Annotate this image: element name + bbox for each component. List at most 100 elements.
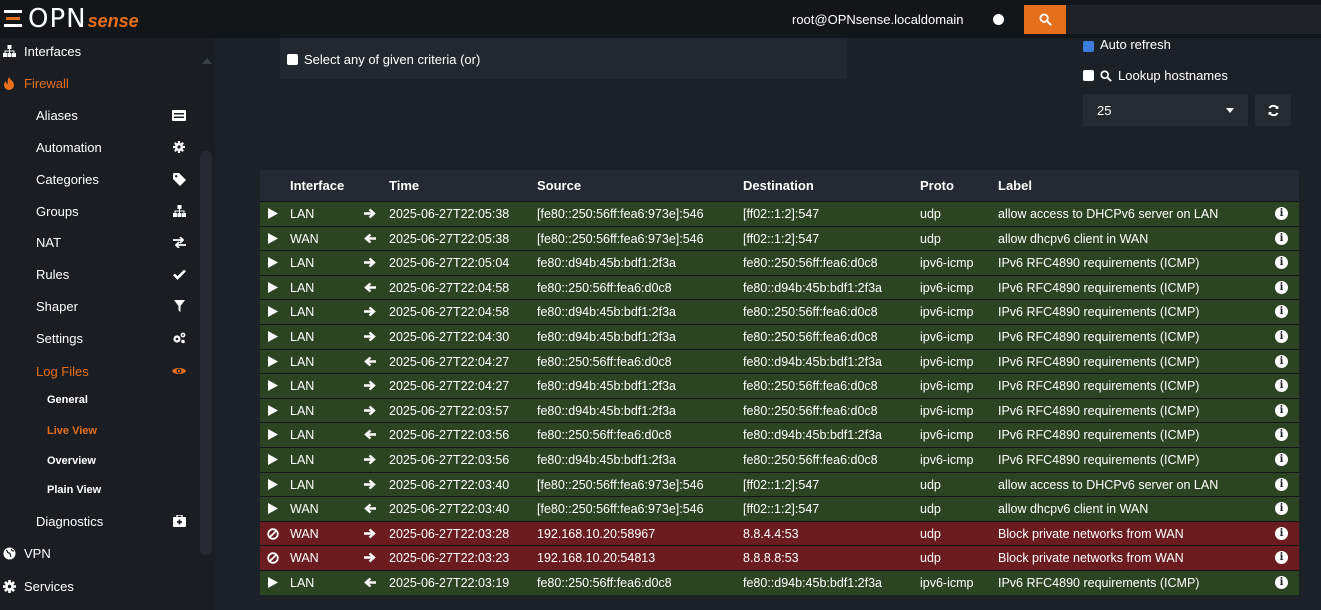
info-icon[interactable]: i bbox=[1275, 354, 1288, 368]
cell-time: 2025-06-27T22:03:56 bbox=[389, 428, 510, 443]
pass-play-icon bbox=[267, 306, 278, 320]
cell-proto: udp bbox=[920, 207, 941, 221]
cell-interface: LAN bbox=[290, 280, 315, 295]
table-row[interactable]: LAN 2025-06-27T22:04:27 fe80::d94b:45b:bdf… bbox=[260, 373, 1299, 398]
table-row[interactable]: WAN 2025-06-27T22:03:28 192.168.10.20:5896… bbox=[260, 520, 1299, 546]
sidebar-item-aliases[interactable]: Aliases bbox=[0, 100, 200, 130]
sidebar-item-vpn[interactable]: VPN bbox=[0, 538, 200, 568]
refresh-button[interactable] bbox=[1255, 94, 1291, 126]
select-any-checkbox[interactable] bbox=[287, 54, 298, 65]
arrow-right-icon bbox=[364, 208, 376, 222]
filter-icon bbox=[172, 299, 186, 313]
sidebar-scrollbar[interactable] bbox=[200, 151, 212, 555]
user-account-label[interactable]: root@OPNsense.localdomain bbox=[792, 12, 963, 27]
info-icon[interactable]: i bbox=[1275, 477, 1288, 491]
table-row[interactable]: LAN 2025-06-27T22:04:27 fe80::250:56ff:fea… bbox=[260, 348, 1299, 374]
search-button[interactable] bbox=[1024, 5, 1066, 34]
cell-proto: udp bbox=[920, 231, 941, 246]
cell-label: IPv6 RFC4890 requirements (ICMP) bbox=[998, 575, 1200, 590]
sidebar-item-nat[interactable]: NAT bbox=[0, 227, 200, 257]
info-icon[interactable]: i bbox=[1275, 551, 1288, 565]
cell-source: fe80::250:56ff:fea6:d0c8 bbox=[537, 280, 672, 295]
table-row[interactable]: LAN 2025-06-27T22:04:58 fe80::d94b:45b:bdf… bbox=[260, 299, 1299, 324]
info-icon[interactable]: i bbox=[1275, 305, 1288, 319]
cell-interface: LAN bbox=[290, 354, 315, 369]
table-row[interactable]: LAN 2025-06-27T22:03:40 [fe80::250:56ff:fe… bbox=[260, 471, 1299, 497]
sidebar-item-diagnostics[interactable]: Diagnostics bbox=[0, 506, 200, 536]
table-row[interactable]: WAN 2025-06-27T22:03:40 [fe80::250:56ff:fe… bbox=[260, 496, 1299, 521]
column-header-source[interactable]: Source bbox=[537, 178, 581, 193]
table-row[interactable]: WAN 2025-06-27T22:05:38 [fe80::250:56ff:fe… bbox=[260, 225, 1299, 251]
status-dot-icon[interactable] bbox=[993, 14, 1004, 25]
sidebar-item-label: Categories bbox=[36, 171, 99, 187]
sidebar-item-groups[interactable]: Groups bbox=[0, 196, 200, 226]
cell-proto: ipv6-icmp bbox=[920, 428, 974, 443]
cell-label: IPv6 RFC4890 requirements (ICMP) bbox=[998, 379, 1200, 394]
cell-proto: udp bbox=[920, 502, 941, 517]
info-icon[interactable]: i bbox=[1275, 452, 1288, 466]
sidebar-item-shaper[interactable]: Shaper bbox=[0, 291, 200, 321]
sidebar-item-log-files[interactable]: Log Files bbox=[0, 356, 200, 386]
column-header-time[interactable]: Time bbox=[389, 178, 419, 193]
column-header-label[interactable]: Label bbox=[998, 178, 1032, 193]
cell-source: fe80::d94b:45b:bdf1:2f3a bbox=[537, 403, 677, 418]
info-icon[interactable]: i bbox=[1275, 256, 1288, 270]
table-row[interactable]: LAN 2025-06-27T22:05:04 fe80::d94b:45b:bdf… bbox=[260, 250, 1299, 275]
info-icon[interactable]: i bbox=[1275, 575, 1288, 589]
column-header-destination[interactable]: Destination bbox=[743, 178, 814, 193]
cell-time: 2025-06-27T22:05:04 bbox=[389, 256, 510, 271]
table-row[interactable]: LAN 2025-06-27T22:04:30 fe80::d94b:45b:bdf… bbox=[260, 323, 1299, 349]
sidebar-item-live-view[interactable]: Live View bbox=[0, 416, 200, 446]
search-input[interactable] bbox=[1066, 5, 1321, 34]
opnsense-logo[interactable]: OPN sense bbox=[0, 4, 170, 34]
sidebar-item-label: Rules bbox=[36, 266, 70, 282]
cell-time: 2025-06-27T22:04:58 bbox=[389, 280, 510, 295]
table-row[interactable]: LAN 2025-06-27T22:04:58 fe80::250:56ff:fea… bbox=[260, 274, 1299, 300]
sidebar-item-firewall[interactable]: Firewall bbox=[0, 68, 200, 98]
column-header-interface[interactable]: Interface bbox=[290, 178, 344, 193]
sidebar-item-services[interactable]: Services bbox=[0, 571, 200, 601]
sidebar-item-settings[interactable]: Settings bbox=[0, 323, 200, 353]
auto-refresh-toggle[interactable]: Auto refresh bbox=[1083, 40, 1171, 52]
info-icon[interactable]: i bbox=[1275, 403, 1288, 417]
info-icon[interactable]: i bbox=[1275, 502, 1288, 516]
sidebar-item-rules[interactable]: Rules bbox=[0, 259, 200, 289]
cell-destination: [ff02::1:2]:547 bbox=[743, 231, 820, 246]
info-icon[interactable]: i bbox=[1275, 526, 1288, 540]
sidebar-item-automation[interactable]: Automation bbox=[0, 132, 200, 162]
arrow-right-icon bbox=[364, 552, 376, 566]
sidebar-item-interfaces[interactable]: Interfaces bbox=[0, 38, 200, 66]
auto-refresh-checkbox[interactable] bbox=[1083, 41, 1094, 52]
table-row[interactable]: LAN 2025-06-27T22:03:19 fe80::250:56ff:fea… bbox=[260, 569, 1299, 595]
lookup-hostnames-toggle[interactable]: Lookup hostnames bbox=[1083, 68, 1228, 83]
info-icon[interactable]: i bbox=[1275, 207, 1288, 220]
cell-source: fe80::250:56ff:fea6:d0c8 bbox=[537, 575, 672, 590]
table-row[interactable]: LAN 2025-06-27T22:03:57 fe80::d94b:45b:bdf… bbox=[260, 397, 1299, 423]
lookup-hostnames-checkbox[interactable] bbox=[1083, 70, 1094, 81]
cell-destination: [ff02::1:2]:547 bbox=[743, 477, 820, 492]
cell-label: Block private networks from WAN bbox=[998, 526, 1184, 541]
info-icon[interactable]: i bbox=[1275, 329, 1288, 343]
cell-destination: 8.8.4.4:53 bbox=[743, 526, 799, 541]
select-any-criteria[interactable]: Select any of given criteria (or) bbox=[287, 52, 480, 67]
table-row[interactable]: WAN 2025-06-27T22:03:23 192.168.10.20:5481… bbox=[260, 545, 1299, 570]
sidebar-item-general[interactable]: General bbox=[0, 385, 200, 415]
info-icon[interactable]: i bbox=[1275, 428, 1288, 442]
cell-time: 2025-06-27T22:04:27 bbox=[389, 379, 510, 394]
sidebar-item-overview[interactable]: Overview bbox=[0, 446, 200, 476]
sidebar-item-plain-view[interactable]: Plain View bbox=[0, 475, 200, 505]
info-icon[interactable]: i bbox=[1275, 280, 1288, 294]
table-row[interactable]: LAN 2025-06-27T22:03:56 fe80::d94b:45b:bdf… bbox=[260, 446, 1299, 472]
table-row[interactable]: LAN 2025-06-27T22:05:38 [fe80::250:56ff:fe… bbox=[260, 201, 1299, 226]
cell-time: 2025-06-27T22:04:58 bbox=[389, 305, 510, 320]
table-row[interactable]: LAN 2025-06-27T22:03:56 fe80::250:56ff:fea… bbox=[260, 422, 1299, 447]
column-header-proto[interactable]: Proto bbox=[920, 178, 954, 193]
cell-label: allow dhcpv6 client in WAN bbox=[998, 502, 1149, 517]
sidebar-scroll-up-arrow[interactable] bbox=[202, 58, 212, 64]
logo-text-sense: sense bbox=[87, 10, 139, 31]
row-limit-select[interactable]: 25 bbox=[1083, 94, 1248, 126]
info-icon[interactable]: i bbox=[1275, 379, 1288, 393]
cell-proto: ipv6-icmp bbox=[920, 575, 974, 590]
info-icon[interactable]: i bbox=[1275, 231, 1288, 245]
sidebar-item-categories[interactable]: Categories bbox=[0, 164, 200, 194]
